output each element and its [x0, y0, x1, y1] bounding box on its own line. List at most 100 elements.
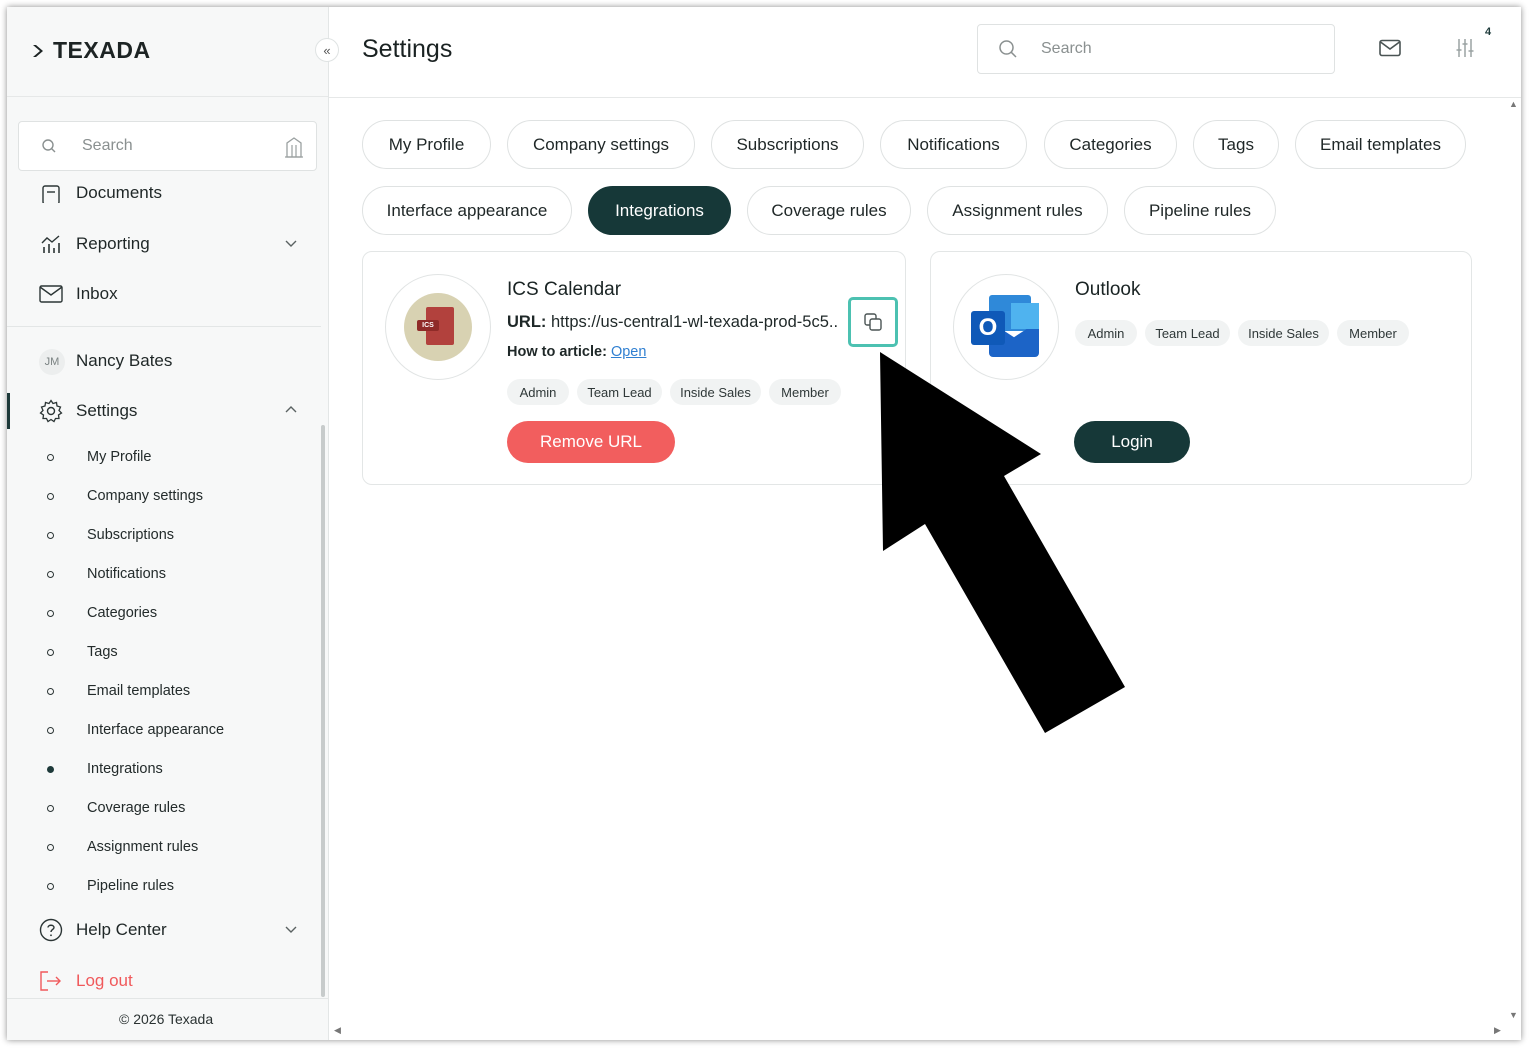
- settings-sub-my-profile[interactable]: My Profile: [7, 443, 321, 473]
- top-header: Settings Search 4: [329, 7, 1521, 98]
- sidebar-search-input[interactable]: Search: [18, 121, 317, 171]
- ics-calendar-card: ICS ICS Calendar URL: https://us-central…: [362, 251, 906, 485]
- tab-assignment-rules[interactable]: Assignment rules: [927, 186, 1108, 235]
- brand-logo[interactable]: TEXADA: [31, 37, 151, 64]
- bullet-icon: [47, 805, 54, 812]
- settings-sub-tags[interactable]: Tags: [7, 638, 321, 668]
- logout-icon: [39, 969, 63, 993]
- scroll-up-arrow-icon[interactable]: ▲: [1509, 99, 1518, 109]
- settings-sub-coverage-rules[interactable]: Coverage rules: [7, 794, 321, 824]
- gear-icon: [39, 399, 63, 423]
- bullet-active-icon: [47, 766, 54, 773]
- tab-my-profile[interactable]: My Profile: [362, 120, 491, 169]
- outlook-title: Outlook: [1075, 279, 1141, 300]
- sub-item-label: Tags: [87, 644, 118, 660]
- scroll-down-arrow-icon[interactable]: ▼: [1509, 1010, 1518, 1020]
- chevron-up-icon: [285, 406, 297, 413]
- sidebar-footer: © 2026 Texada: [7, 998, 328, 1040]
- sub-item-label: Coverage rules: [87, 800, 186, 816]
- how-to-open-link[interactable]: Open: [611, 344, 646, 360]
- envelope-icon[interactable]: [1379, 39, 1401, 57]
- bullet-icon: [47, 610, 54, 617]
- sidebar-item-label: Settings: [76, 401, 138, 420]
- tab-email-templates[interactable]: Email templates: [1295, 120, 1466, 169]
- sub-item-label: Email templates: [87, 683, 191, 699]
- tab-tags[interactable]: Tags: [1193, 120, 1279, 169]
- ics-file-icon: ICS: [404, 293, 472, 361]
- help-icon: [39, 918, 63, 942]
- sub-item-label: Company settings: [87, 488, 204, 504]
- scroll-right-arrow-icon[interactable]: ▶: [1494, 1025, 1501, 1036]
- settings-sub-interface-appearance[interactable]: Interface appearance: [7, 716, 321, 746]
- tab-pipeline-rules[interactable]: Pipeline rules: [1124, 186, 1276, 235]
- settings-sub-pipeline-rules[interactable]: Pipeline rules: [7, 872, 321, 902]
- collapse-sidebar-button[interactable]: «: [315, 38, 339, 62]
- sub-item-label: Pipeline rules: [87, 878, 175, 894]
- sidebar-item-help[interactable]: Help Center: [7, 910, 328, 950]
- settings-sub-email-templates[interactable]: Email templates: [7, 677, 321, 707]
- bullet-icon: [47, 571, 54, 578]
- logo-area: TEXADA: [7, 7, 328, 97]
- ics-url-line: URL: https://us-central1-wl-texada-prod-…: [507, 313, 838, 332]
- remove-url-button[interactable]: Remove URL: [507, 421, 675, 463]
- tab-company-settings[interactable]: Company settings: [507, 120, 695, 169]
- sidebar-item-label: Reporting: [76, 234, 150, 253]
- settings-sub-categories[interactable]: Categories: [7, 599, 321, 629]
- bullet-icon: [47, 883, 54, 890]
- header-search-input[interactable]: Search: [977, 24, 1335, 74]
- tab-interface-appearance[interactable]: Interface appearance: [362, 186, 572, 235]
- sidebar-scrollbar[interactable]: [321, 425, 325, 997]
- sidebar-item-reporting[interactable]: Reporting: [7, 224, 328, 264]
- sidebar-divider: [7, 326, 321, 327]
- chart-icon: [39, 232, 63, 256]
- pointer-arrow-annotation: [880, 352, 1125, 733]
- sidebar-item-settings[interactable]: Settings: [7, 391, 328, 431]
- role-tag-member: Member: [1337, 320, 1409, 346]
- settings-sub-integrations[interactable]: Integrations: [7, 755, 321, 785]
- sidebar-item-label: Help Center: [76, 920, 167, 939]
- search-icon: [42, 139, 56, 153]
- role-tag-member: Member: [769, 379, 841, 405]
- outlook-icon: O: [971, 295, 1041, 359]
- how-to-article-line: How to article: Open: [507, 344, 646, 360]
- search-icon: [999, 40, 1017, 58]
- texada-chevron-icon: [33, 44, 43, 57]
- tab-notifications[interactable]: Notifications: [880, 120, 1027, 169]
- app-window: TEXADA Search Documents Reporting Inbox …: [7, 7, 1521, 1040]
- sidebar-item-profile[interactable]: JM Nancy Bates: [7, 341, 328, 381]
- copyright-text: © 2026 Texada: [119, 1011, 214, 1027]
- settings-sub-company-settings[interactable]: Company settings: [7, 482, 321, 512]
- brand-name: TEXADA: [53, 37, 151, 63]
- role-tag-team-lead: Team Lead: [1145, 320, 1230, 346]
- sidebar-search-placeholder: Search: [82, 137, 133, 154]
- copy-icon: [864, 313, 882, 331]
- url-label: URL:: [507, 313, 547, 331]
- sidebar-item-inbox[interactable]: Inbox: [7, 274, 328, 314]
- settings-sub-assignment-rules[interactable]: Assignment rules: [7, 833, 321, 863]
- how-to-label: How to article:: [507, 344, 607, 360]
- role-tag-admin: Admin: [507, 379, 569, 405]
- chevron-down-icon: [285, 926, 297, 933]
- settings-sub-subscriptions[interactable]: Subscriptions: [7, 521, 321, 551]
- settings-sub-notifications[interactable]: Notifications: [7, 560, 321, 590]
- sidebar-item-documents[interactable]: Documents: [7, 173, 328, 203]
- tab-categories[interactable]: Categories: [1044, 120, 1177, 169]
- mail-icon: [39, 282, 63, 306]
- role-tag-team-lead: Team Lead: [577, 379, 662, 405]
- chevron-down-icon: [285, 240, 297, 247]
- bullet-icon: [47, 727, 54, 734]
- scroll-left-arrow-icon[interactable]: ◀: [334, 1025, 341, 1036]
- sub-item-label: Subscriptions: [87, 527, 175, 543]
- sidebar-item-label: Documents: [76, 183, 162, 202]
- notification-count-badge: 4: [1485, 26, 1492, 38]
- header-search-placeholder: Search: [1041, 40, 1092, 57]
- tab-integrations[interactable]: Integrations: [588, 186, 731, 235]
- url-value[interactable]: https://us-central1-wl-texada-prod-5c5..: [551, 313, 838, 331]
- tab-coverage-rules[interactable]: Coverage rules: [747, 186, 911, 235]
- sub-item-label: Interface appearance: [87, 722, 225, 738]
- tab-subscriptions[interactable]: Subscriptions: [711, 120, 864, 169]
- sidebar-item-logout[interactable]: Log out: [7, 961, 328, 1001]
- copy-url-button[interactable]: [848, 297, 898, 347]
- document-icon: [39, 183, 63, 203]
- sliders-icon[interactable]: [1455, 38, 1475, 58]
